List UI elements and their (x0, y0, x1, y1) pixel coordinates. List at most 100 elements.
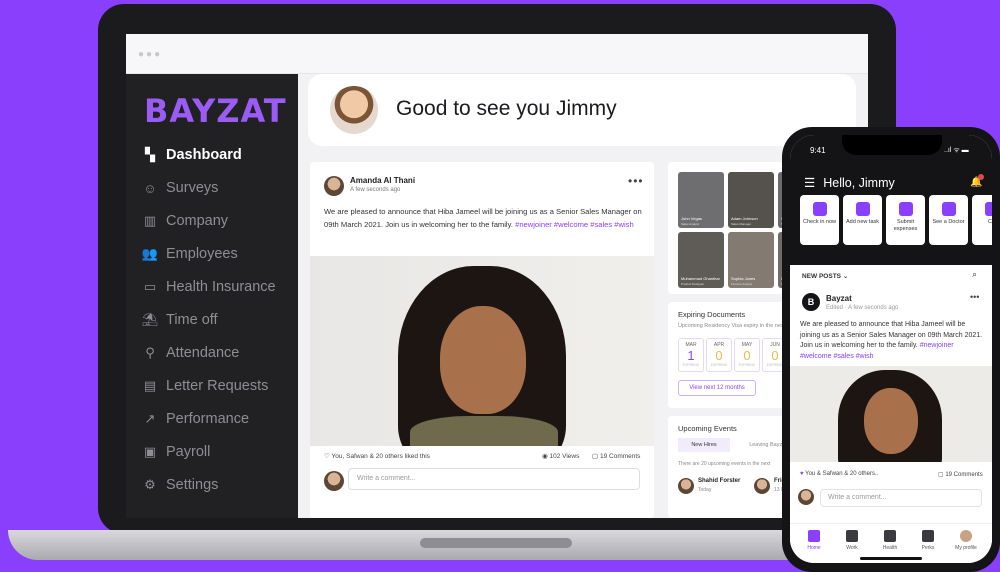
post-photo (310, 256, 654, 446)
event-avatar (754, 478, 770, 494)
menu-icon[interactable]: ☰ (804, 175, 815, 190)
phone-post-text: We are pleased to announce that Hiba Jam… (800, 321, 983, 360)
docs-title: Expiring Documents (678, 310, 746, 319)
feed-post: Amanda Al Thani A few seconds ago ••• We… (310, 162, 654, 518)
event-avatar (678, 478, 694, 494)
month-box[interactable]: APR 0 EXPIRING (706, 338, 732, 372)
phone-feed-post: B Bayzat Edited · A few seconds ago ••• … (790, 287, 992, 507)
location-pin-icon: ⚲ (145, 345, 155, 360)
search-icon[interactable]: ⌕ (972, 269, 977, 280)
sidebar-item-surveys[interactable]: ☺ Surveys (142, 175, 298, 201)
home-indicator (860, 557, 922, 560)
status-icons: ..ıl ᯤ ▬ (944, 147, 969, 154)
quick-action-see-doctor[interactable]: See a Doctor (929, 195, 968, 245)
gift-icon (922, 530, 934, 542)
photo-face-shape (440, 306, 526, 414)
sidebar-item-dashboard[interactable]: ▚ Dashboard (142, 142, 298, 168)
tab-home[interactable]: Home (794, 530, 834, 551)
post-tags[interactable]: #newjoiner #welcome #sales #wish (515, 220, 634, 229)
home-icon (808, 530, 820, 542)
comment-icon: ▢ (592, 453, 599, 460)
phone-post-photo (790, 366, 992, 462)
sidebar-item-company[interactable]: ▥ Company (142, 208, 298, 234)
quick-action-submit-expenses[interactable]: Submit expenses (886, 195, 925, 245)
event-date: Today (698, 487, 712, 493)
tab-my-profile[interactable]: My profile (946, 530, 986, 551)
laptop-screen: ●●● BAYZAT ▚ Dashboard ☺ Surveys ▥ Company … (126, 34, 868, 518)
sidebar-item-performance[interactable]: ↗ Performance (142, 406, 298, 432)
new-posts-filter[interactable]: NEW POSTS ⌄ (802, 272, 848, 280)
phone-post-likes[interactable]: ♥ You & Safwan & 20 others.. (800, 471, 878, 477)
post-comments[interactable]: ▢ 19 Comments (592, 452, 640, 460)
beach-umbrella-icon: ⛱ (141, 312, 159, 327)
doctor-icon (941, 202, 956, 216)
phone-post-author[interactable]: Bayzat (826, 294, 852, 303)
chevron-down-icon: ⌄ (842, 273, 849, 280)
eye-icon: ◉ (542, 453, 548, 460)
phone-screen: 9:41 ..ıl ᯤ ▬ ☰ Hello, Jimmy 🔔 Check in n… (790, 135, 992, 563)
more-options-icon[interactable]: ••• (970, 292, 979, 302)
smiley-icon: ☺ (143, 180, 157, 196)
sidebar: BAYZAT ▚ Dashboard ☺ Surveys ▥ Company 👥 Emp… (126, 74, 298, 518)
quick-action-add-task[interactable]: Add new task (843, 195, 882, 245)
tab-health[interactable]: Health (870, 530, 910, 551)
phone-frame: 9:41 ..ıl ᯤ ▬ ☰ Hello, Jimmy 🔔 Check in n… (782, 127, 1000, 572)
buildings-icon: ▥ (143, 213, 157, 228)
docs-subtitle: Upcoming Residency Visa expiry in the ne… (678, 323, 786, 329)
gear-icon: ⚙ (144, 477, 156, 492)
health-icon (884, 530, 896, 542)
heart-icon: ♥ (800, 471, 804, 477)
sidebar-item-letter-requests[interactable]: ▤ Letter Requests (142, 373, 298, 399)
events-title: Upcoming Events (678, 424, 737, 433)
document-icon: ▤ (143, 378, 157, 393)
sidebar-item-employees[interactable]: 👥 Employees (142, 241, 298, 267)
briefcase-icon (846, 530, 858, 542)
photo-shirt-shape (410, 416, 558, 446)
person-card[interactable]: Sophia Jones Finance Analyst (728, 232, 774, 288)
post-text: We are pleased to announce that Hiba Jam… (324, 207, 642, 229)
post-author[interactable]: Amanda Al Thani (350, 176, 415, 185)
user-avatar[interactable] (330, 86, 378, 134)
bayzat-logo: BAYZAT (144, 92, 287, 130)
tab-perks[interactable]: Perks (908, 530, 948, 551)
author-avatar[interactable] (324, 176, 344, 196)
month-box[interactable]: MAR 1 EXPIRING (678, 338, 704, 372)
sidebar-item-time-off[interactable]: ⛱ Time off (142, 307, 298, 333)
person-card[interactable]: Adam Johnson Sales Manager (728, 172, 774, 228)
more-options-icon[interactable]: ••• (628, 174, 644, 188)
receipt-icon (898, 202, 913, 216)
sidebar-item-attendance[interactable]: ⚲ Attendance (142, 340, 298, 366)
quick-action-check-in[interactable]: Check in now (800, 195, 839, 245)
laptop-notch (420, 538, 572, 548)
status-time: 9:41 (810, 146, 826, 155)
dashboard-icon: ▚ (145, 147, 155, 162)
view-next-12-months-button[interactable]: View next 12 months (678, 380, 756, 396)
window-dots-icon: ●●● (138, 49, 163, 60)
tab-new-hires[interactable]: New Hires (678, 438, 730, 452)
person-card[interactable]: John Vegas Sales Analyst (678, 172, 724, 228)
cash-icon: ▣ (143, 444, 157, 459)
commenter-avatar (324, 471, 344, 491)
phone-post-comments[interactable]: ▢ 19 Comments (938, 471, 983, 478)
month-box[interactable]: MAY 0 EXPIRING (734, 338, 760, 372)
phone-comment-input[interactable]: Write a comment... (820, 489, 982, 507)
profile-avatar-icon (960, 530, 972, 542)
photo-face-shape (864, 388, 918, 454)
comment-icon: ▢ (938, 472, 944, 478)
sidebar-item-payroll[interactable]: ▣ Payroll (142, 439, 298, 465)
person-card[interactable]: Muhammad Ghanthar Product Designer (678, 232, 724, 288)
card-icon: ▭ (143, 279, 157, 294)
phone-greeting: ☰ Hello, Jimmy (804, 175, 895, 191)
sidebar-item-settings[interactable]: ⚙ Settings (142, 472, 298, 498)
sidebar-item-health-insurance[interactable]: ▭ Health Insurance (142, 274, 298, 300)
events-info: There are 20 upcoming events in the next (678, 461, 771, 467)
event-name[interactable]: Shahid Forster (698, 478, 740, 484)
post-likes[interactable]: ♡ You, Safwan & 20 others liked this (324, 452, 430, 460)
tab-work[interactable]: Work (832, 530, 872, 551)
quick-action-more[interactable]: Ch (972, 195, 992, 245)
post-views: ◉ 102 Views (542, 453, 580, 460)
layers-icon (855, 202, 870, 216)
trend-up-icon: ↗ (144, 411, 156, 426)
action-icon (984, 202, 992, 216)
comment-input[interactable]: Write a comment... (348, 468, 640, 490)
